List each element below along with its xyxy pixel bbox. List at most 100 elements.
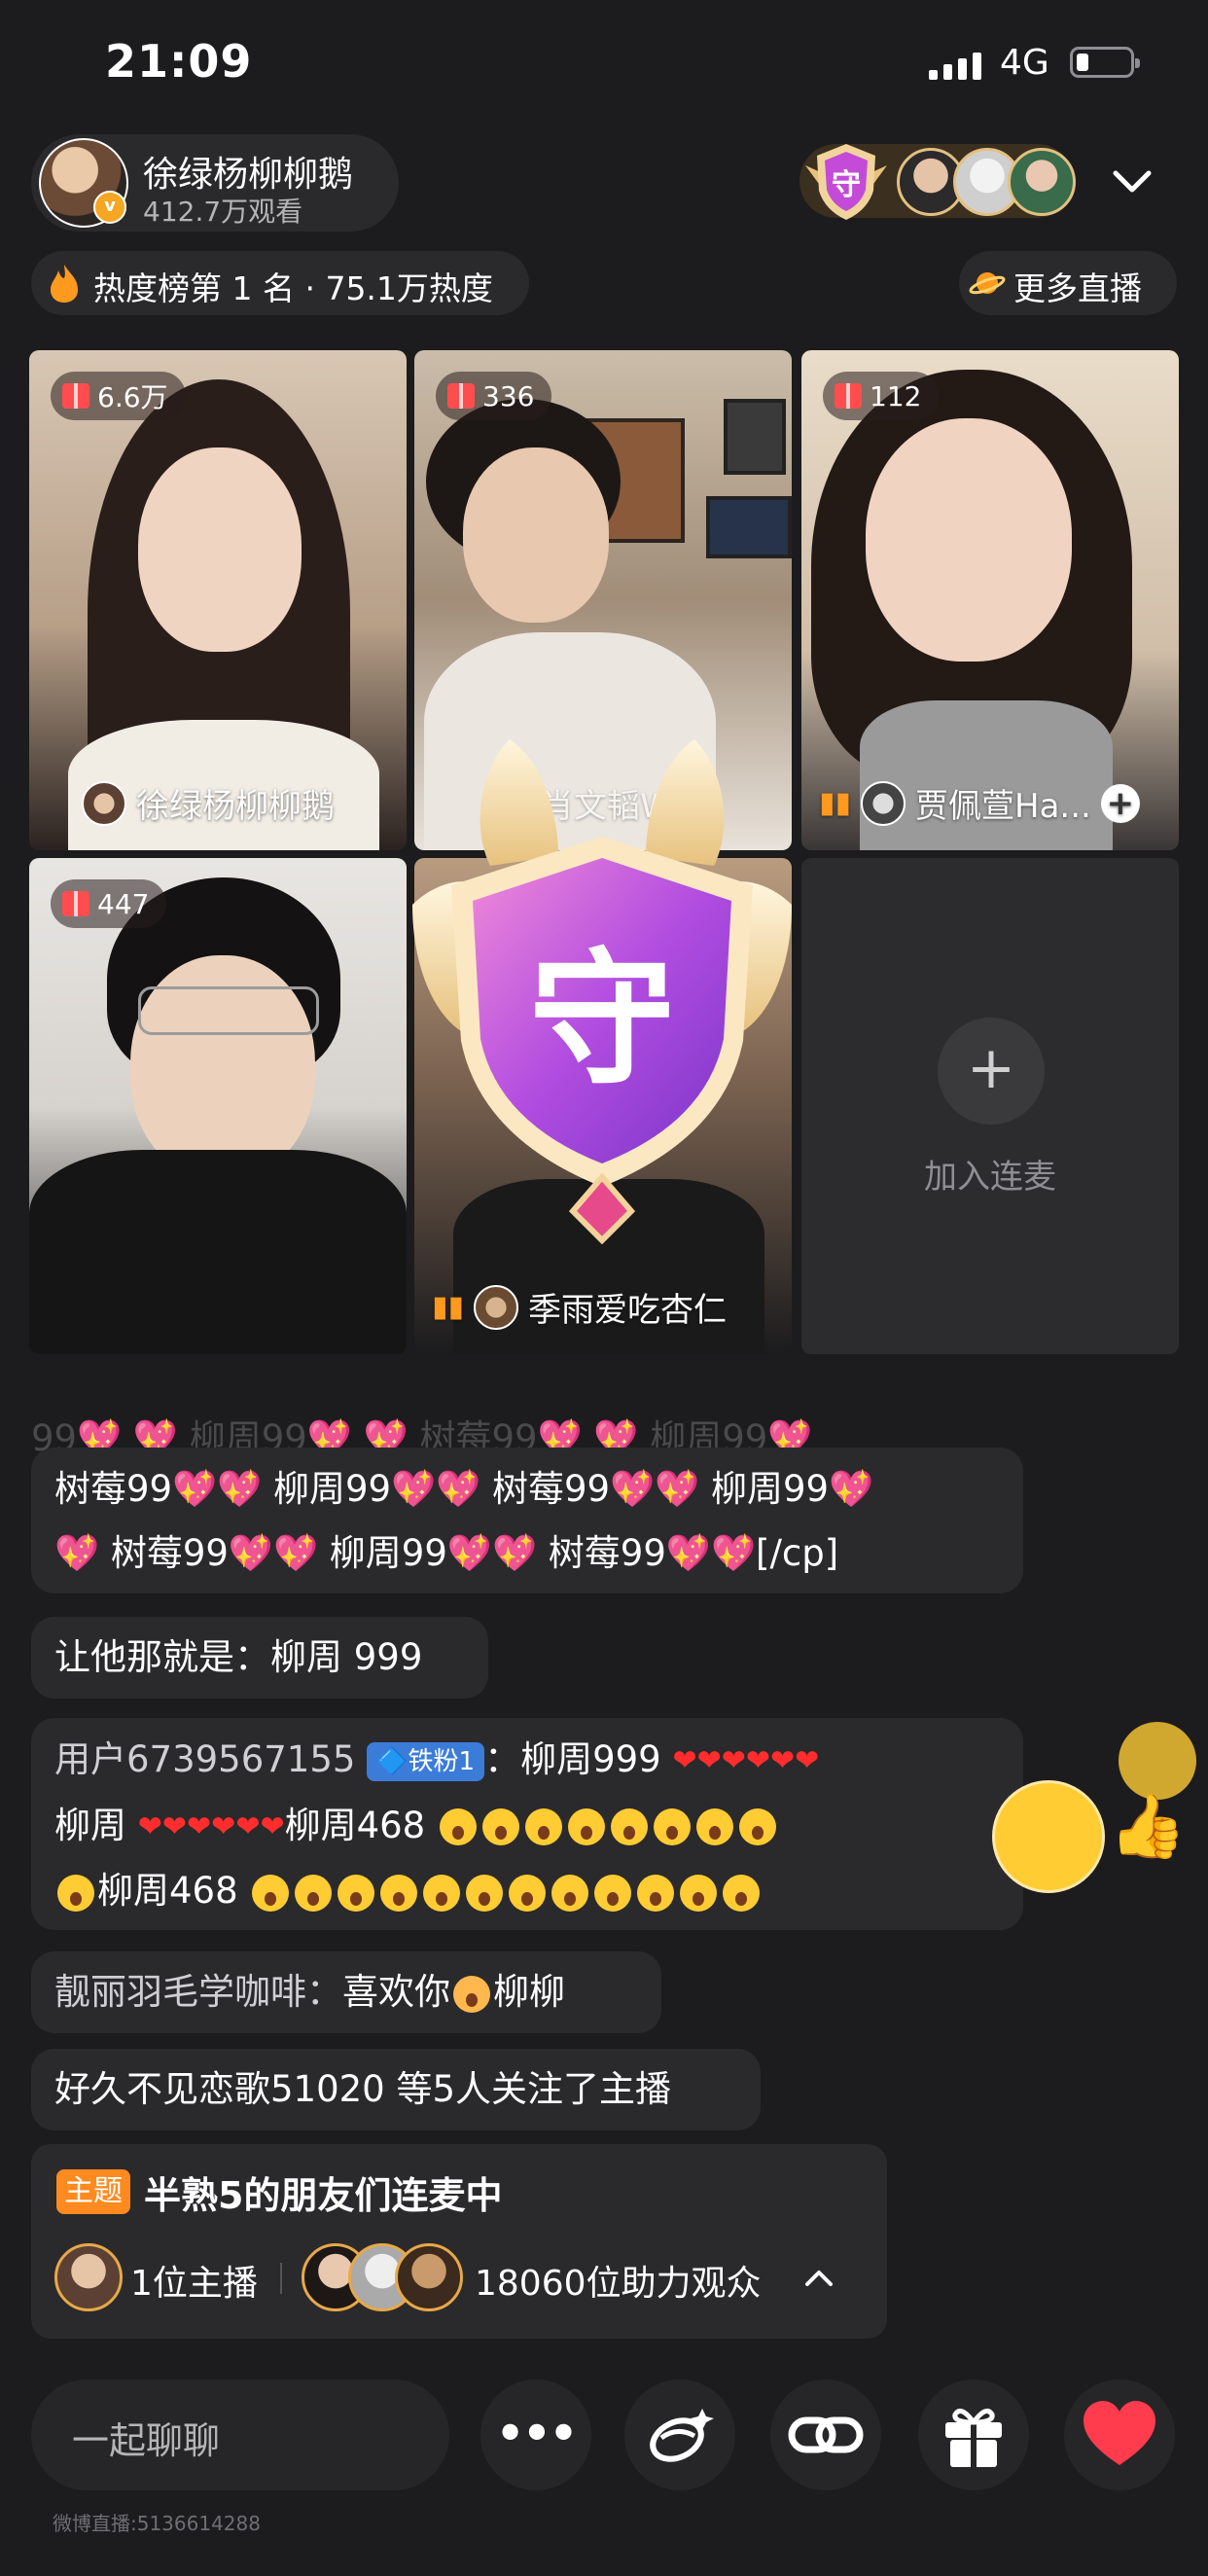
chat-username[interactable]: 靓丽羽毛学咖啡： — [54, 1971, 342, 2013]
top-fan-avatar[interactable] — [1008, 148, 1076, 216]
verified-badge-icon: v — [93, 191, 126, 224]
video-tile-guest[interactable]: 112 ▮▮ 贾佩萱Ha... + — [801, 350, 1179, 850]
guardian-badge-icon[interactable]: 守 — [798, 136, 895, 226]
avatar — [861, 780, 906, 826]
chat-input-placeholder[interactable]: 一起聊聊 — [72, 2411, 220, 2464]
effects-button[interactable] — [624, 2379, 735, 2490]
shocked-emoji-icon — [594, 1874, 632, 1912]
gift-count-badge: 447 — [51, 879, 167, 928]
plus-icon[interactable]: + — [938, 1018, 1045, 1125]
chat-text: 柳周468 — [97, 1870, 238, 1912]
host-name[interactable]: 徐绿杨柳柳鹅 — [143, 146, 353, 197]
tile-name-text: 贾佩萱Ha... — [915, 787, 1091, 826]
avatar — [474, 1284, 519, 1330]
chat-text: 树莓99💖💖 柳周99💖💖 树莓99💖💖 柳周99💖 — [54, 1468, 874, 1510]
link-mic-button[interactable] — [770, 2379, 881, 2490]
shocked-emoji-icon — [252, 1874, 290, 1912]
chat-text: 好久不见恋歌51020 等5人关注了主播 — [54, 2068, 672, 2110]
shocked-emoji-icon — [524, 1808, 562, 1845]
shocked-emoji-icon — [567, 1808, 605, 1845]
magic-icon — [650, 2409, 714, 2462]
avatar[interactable] — [54, 2243, 123, 2311]
shocked-emoji-icon — [637, 1874, 675, 1912]
shocked-emoji-icon — [423, 1874, 461, 1912]
chat-username[interactable]: 用户6739567155 — [54, 1738, 355, 1780]
chat-message: 好久不见恋歌51020 等5人关注了主播 — [31, 2049, 761, 2130]
shocked-emoji-icon — [653, 1808, 691, 1845]
shocked-emoji-icon — [295, 1874, 333, 1912]
svg-text:守: 守 — [529, 936, 675, 1105]
signal-icon — [929, 51, 981, 80]
avatar[interactable] — [395, 2243, 463, 2311]
link-icon — [788, 2416, 864, 2453]
more-dots-icon: ••• — [495, 2407, 578, 2459]
chat-text: 柳周468 — [284, 1804, 426, 1846]
shocked-emoji-icon — [738, 1808, 776, 1845]
shocked-emoji-icon — [695, 1808, 733, 1845]
gift-icon — [62, 383, 89, 409]
chat-message: 用户6739567155 🔷铁粉1 ：柳周999 ❤❤❤❤❤❤ 柳周 ❤❤❤❤❤❤… — [31, 1718, 1023, 1930]
chevron-down-icon[interactable] — [1112, 161, 1153, 202]
host-view-count: 412.7万观看 — [143, 196, 303, 228]
join-mic-label: 加入连麦 — [924, 1158, 1056, 1197]
speaking-icon: ▮▮ — [432, 1290, 465, 1324]
shocked-emoji-icon — [380, 1874, 418, 1912]
add-follow-icon[interactable]: + — [1100, 783, 1140, 823]
topic-tag: 主题 — [56, 2169, 130, 2214]
gift-count: 112 — [870, 379, 922, 412]
gift-box-icon — [945, 2408, 1002, 2467]
tile-name-text: 徐绿杨柳柳鹅 — [136, 787, 335, 826]
speaking-icon: ▮▮ — [819, 786, 852, 820]
video-tile-host[interactable]: 6.6万 徐绿杨柳柳鹅 — [29, 350, 407, 850]
chevron-up-icon[interactable] — [801, 2261, 836, 2296]
video-tile-guest[interactable]: 447 — [29, 858, 407, 1354]
shocked-emoji-icon — [551, 1874, 589, 1912]
chat-text: 柳柳 — [493, 1971, 565, 2013]
heat-rank-text: 热度榜第 1 名 · 75.1万热度 — [93, 269, 493, 307]
gift-count-badge: 112 — [823, 372, 940, 420]
audience-count[interactable]: 18060位助力观众 — [475, 2255, 762, 2306]
host-count[interactable]: 1位主播 — [130, 2255, 258, 2306]
more-button[interactable]: ••• — [480, 2379, 591, 2490]
tile-name-text: 季雨爱吃杏仁 — [528, 1291, 728, 1330]
more-live-label: 更多直播 — [1013, 269, 1142, 307]
shocked-emoji-icon — [509, 1874, 547, 1912]
thumbs-up-icon: 👍 — [1109, 1791, 1187, 1863]
chat-message: 靓丽羽毛学咖啡：喜欢你 柳柳 — [31, 1951, 661, 2033]
guardian-shield-icon: 守 — [412, 739, 792, 1245]
chat-text: ：柳周999 — [484, 1738, 661, 1780]
shocked-emoji-icon — [466, 1874, 504, 1912]
shocked-emoji-icon — [481, 1808, 519, 1845]
floating-reaction-icon — [1119, 1722, 1196, 1800]
gift-icon — [447, 383, 475, 409]
gift-count-badge: 6.6万 — [51, 372, 186, 420]
heart-icon — [1084, 2401, 1155, 2465]
gift-count: 6.6万 — [97, 381, 168, 413]
shocked-emoji-icon — [723, 1874, 761, 1912]
tile-name: 徐绿杨柳柳鹅 — [82, 779, 335, 827]
join-mic-tile[interactable]: + 加入连麦 — [801, 858, 1179, 1354]
status-time: 21:09 — [105, 35, 253, 88]
chat-message: 树莓99💖💖 柳周99💖💖 树莓99💖💖 柳周99💖 💖 树莓99💖💖 柳周99… — [31, 1448, 1023, 1593]
shocked-emoji-icon — [439, 1808, 477, 1845]
chat-text: 💖 树莓99💖💖 柳周99💖💖 树莓99💖💖[/cp] — [54, 1532, 839, 1574]
chat-text: 让他那就是：柳周 999 — [54, 1636, 423, 1678]
chat-text: 柳周 — [54, 1804, 126, 1846]
gift-count: 447 — [97, 887, 150, 920]
shocked-emoji-icon — [338, 1874, 375, 1912]
heart-emoji-icon: ❤❤❤❤❤❤ — [672, 1743, 820, 1778]
shocked-emoji-icon — [680, 1874, 718, 1912]
battery-icon — [1070, 47, 1140, 78]
gift-count-badge: 336 — [436, 372, 552, 420]
watermark: 微博直播:5136614288 — [53, 2512, 261, 2535]
gift-icon — [62, 891, 89, 916]
chat-message: 让他那就是：柳周 999 — [31, 1617, 488, 1699]
flame-icon — [51, 265, 78, 303]
like-button[interactable] — [1064, 2379, 1175, 2490]
chat-text: 喜欢你 — [342, 1971, 450, 2013]
shocked-emoji-icon — [57, 1874, 94, 1912]
tile-name: ▮▮ 季雨爱吃杏仁 — [432, 1283, 727, 1331]
heart-emoji-icon: ❤❤❤❤❤❤ — [137, 1809, 285, 1843]
floating-reaction-icon — [992, 1780, 1105, 1893]
gift-button[interactable] — [918, 2379, 1029, 2490]
